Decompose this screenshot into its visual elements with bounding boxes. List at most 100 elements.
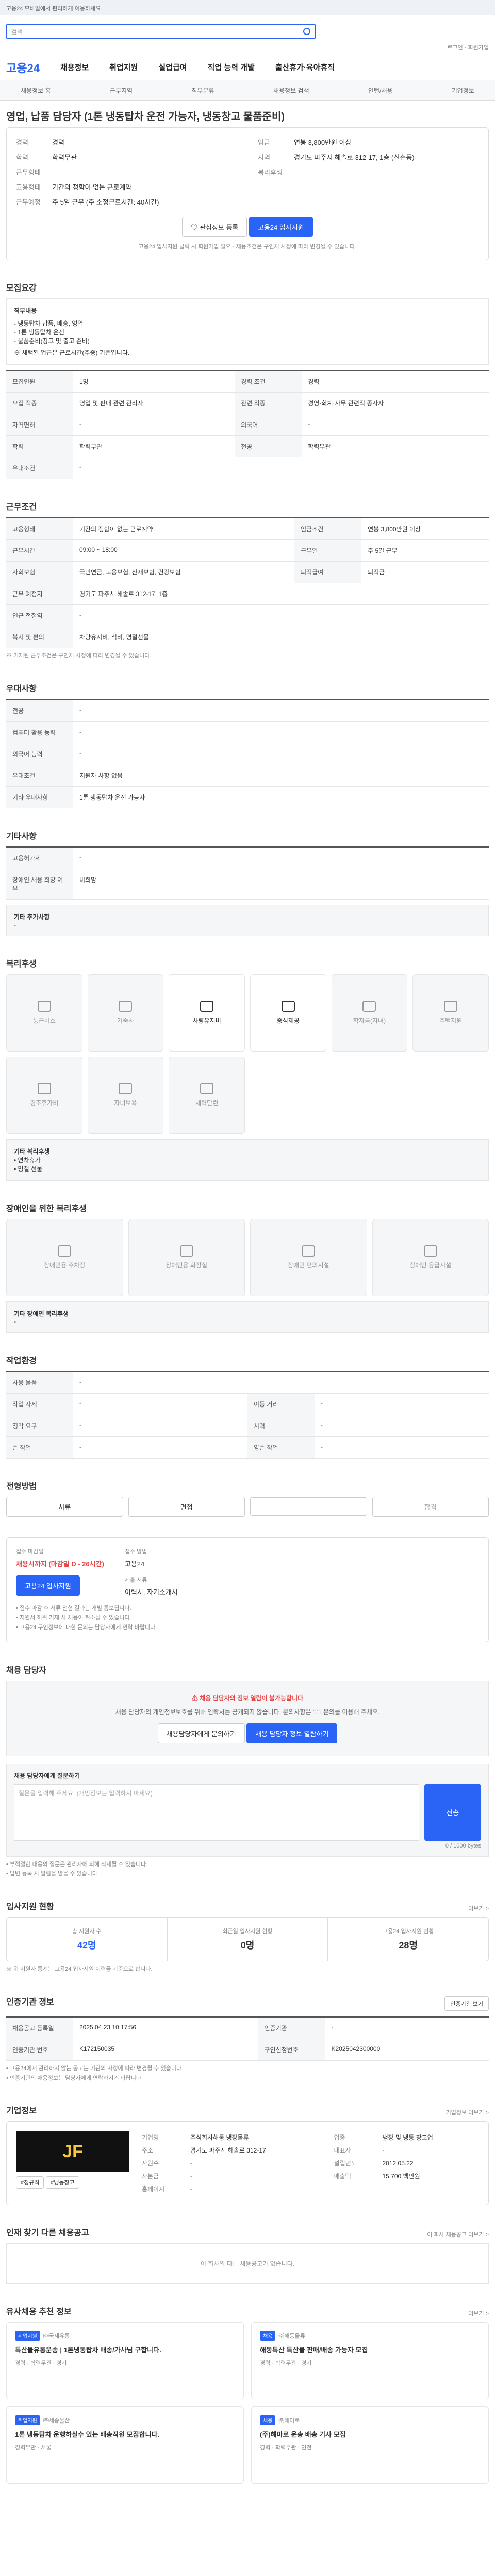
gnb-menu-leave[interactable]: 출산휴가·육아휴직 [275, 62, 335, 73]
cert-section: 인증기관 정보 인증기관 보기 채용공고 등록일 2025.04.23 10:17:… [6, 1995, 489, 2083]
qna-input[interactable]: 질문을 입력해 주세요. (개인정보는 입력하지 마세요) [14, 1784, 419, 1841]
search-icon[interactable] [303, 28, 310, 35]
section-title: 장애인을 위한 복리후생 [6, 1204, 87, 1213]
table-row: 우대조건 - [6, 457, 489, 479]
car-icon [200, 1001, 214, 1012]
bed-icon [119, 1001, 133, 1012]
others-more-link[interactable]: 이 회사 채용공고 더보기 > [427, 2230, 489, 2239]
table-row: 컴퓨터 활용 능력 - [6, 721, 489, 743]
gnb-menu-training[interactable]: 직업 능력 개발 [208, 62, 255, 73]
gnb-menu-jobs[interactable]: 채용정보 [60, 62, 89, 73]
section-title: 전형방법 [6, 1482, 37, 1491]
process-step [250, 1497, 367, 1516]
table-row: 고용허가제 - [6, 846, 489, 869]
disability-other: 기타 장애인 복리후생 - [6, 1301, 489, 1333]
recommend-more-link[interactable]: 더보기 > [468, 2309, 489, 2317]
job-description: 직무내용 - 냉동탑차 납품, 배송, 영업 - 1톤 냉동탑차 운전 - 물품… [6, 298, 489, 365]
recruit-table: 모집인원 1명 경력 조건 경력 모집 직종 영업 및 판매 관련 관리자 관련 직종 경영… [6, 370, 489, 479]
apply-button-2[interactable]: 고용24 입사지원 [16, 1575, 80, 1596]
search-box[interactable]: 검색 [6, 24, 316, 39]
cert-table: 채용공고 등록일 2025.04.23 10:17:56 인증기관 - 인증기관 번호… [6, 2016, 489, 2061]
lnb-item[interactable]: 기업정보 [452, 86, 474, 95]
gnb-menu-benefit[interactable]: 실업급여 [158, 62, 187, 73]
section-title: 모집요강 [6, 284, 37, 293]
qna-send-button[interactable]: 전송 [424, 1784, 481, 1841]
table-row: 근무시간 09:00 ~ 18:00 근무일 주 5일 근무 [6, 539, 489, 562]
recommend-section: 유사채용 추천 정보 더보기 > 취업지원 ㈜국제유통 특산물유통운송 | 1톤냉동탑… [6, 2304, 489, 2484]
inquiry-button[interactable]: 채용담당자에게 문의하기 [157, 1723, 245, 1743]
table-row: 자격면허 - 외국어 - [6, 414, 489, 436]
gnb-menu-support[interactable]: 취업지원 [109, 62, 138, 73]
lnb-item[interactable]: 채용정보 검색 [273, 86, 309, 95]
heart-icon: ♡ [191, 224, 200, 231]
lnb-item[interactable]: 근무지역 [110, 86, 133, 95]
table-row: 모집인원 1명 경력 조건 경력 [6, 370, 489, 393]
gift-icon [37, 1083, 51, 1095]
table-row: 모집 직종 영업 및 판매 관련 관리자 관련 직종 경영·회계·사무 관련직 종사자 [6, 392, 489, 414]
welfare-grid: 통근버스 기숙사 차량유지비 중식제공 학자금(자녀) 주택지원 경조휴가비 자… [6, 974, 489, 1134]
recommend-card[interactable]: 취업지원 ㈜국제유통 특산물유통운송 | 1톤냉동탑차 배송/가사님 구합니다. 경력… [6, 2322, 244, 2400]
etc-extra: 기타 추가사항 - [6, 904, 489, 936]
table-row: 사용 물품 - [6, 1371, 489, 1394]
table-row: 학력 학력무관 전공 학력무관 [6, 435, 489, 457]
table-row: 인근 전철역 - [6, 604, 489, 626]
summary-item: 경력 경력 [16, 139, 64, 146]
section-title: 근무조건 [6, 503, 37, 512]
recommend-card[interactable]: 취업지원 ㈜세종물산 1톤 냉동탑차 운행하실수 있는 배송직원 모집합니다. 경력무… [6, 2406, 244, 2484]
bus-icon [37, 1001, 51, 1012]
others-empty: 이 회사의 다른 채용공고가 없습니다. [6, 2243, 489, 2284]
recommend-card[interactable]: 채용 ㈜해마로 (주)해마로 운송 배송 기사 모집 경력 · 학력무관 · 인천 [251, 2406, 489, 2484]
stats-more-link[interactable]: 더보기 > [468, 1904, 489, 1912]
welfare-section: 복리후생 통근버스 기숙사 차량유지비 중식제공 학자금(자녀) 주택지원 경조… [6, 957, 489, 1181]
summary-item: 학력 학력무관 [16, 154, 77, 161]
disability-section: 장애인을 위한 복리후생 장애인용 주차장 장애인용 화장실 장애인 편의시설 … [6, 1201, 489, 1333]
toilet-icon [179, 1245, 193, 1257]
welfare-item: 체력단련 [169, 1056, 245, 1134]
disability-item: 장애인 응급시설 [372, 1218, 489, 1296]
cap-icon [362, 1001, 376, 1012]
site-logo[interactable]: 고용24 [6, 59, 40, 76]
table-row: 청각 요구 - 시력 - [6, 1415, 489, 1437]
others-section: 인재 찾기 다른 채용공고 이 회사 채용공고 더보기 > 이 회사의 다른 채용… [6, 2226, 489, 2284]
corp-card: JF #정규직 #냉동창고 기업명 주식회사해동 냉장물류 업종 냉장 및 냉동 창고… [6, 2121, 489, 2206]
scrap-button[interactable]: ♡ 관심정보 등록 [182, 217, 248, 237]
welfare-item: 기숙사 [87, 974, 164, 1052]
welfare-item: 차량유지비 [169, 974, 245, 1052]
apply-notes: • 접수 마감 후 서류 전형 결과는 개별 통보됩니다. • 지원서 허위 기재… [16, 1605, 157, 1631]
welfare-item: 중식제공 [250, 974, 326, 1052]
recommend-card[interactable]: 채용 ㈜해동물류 해동특산 특산물 판매/배송 가능자 모집 경력 · 학력무관 · … [251, 2322, 489, 2400]
env-table: 사용 물품 - 작업 자세 - 이동 거리 - 청각 요구 - 시력 - 손 작업 - 양손 작업… [6, 1370, 489, 1459]
summary-item: 임금 연봉 3,800만원 이상 [258, 139, 352, 146]
util-links[interactable]: 로그인 · 회원가입 [0, 43, 495, 55]
summary-item: 근무형태 [16, 168, 41, 176]
local-nav: 채용정보 홈 근무지역 직무분류 채용정보 검색 인턴/채용 기업정보 [0, 80, 495, 101]
lnb-item[interactable]: 채용정보 홈 [21, 86, 51, 95]
deadline: 채용시까지 (마감일 D - 26시간) [16, 1560, 104, 1568]
lnb-item[interactable]: 직무분류 [191, 86, 214, 95]
house-icon [444, 1001, 458, 1012]
apply-button[interactable]: 고용24 입사지원 [249, 217, 313, 237]
global-nav: 고용24 채용정보 취업지원 실업급여 직업 능력 개발 출산휴가·육아휴직 [0, 55, 495, 80]
table-row: 외국어 능력 - [6, 743, 489, 765]
condition-note: ※ 기재된 근무조건은 구인처 사정에 따라 변경될 수 있습니다. [6, 653, 152, 659]
lnb-item[interactable]: 인턴/채용 [368, 86, 393, 95]
child-icon [119, 1083, 133, 1095]
section-title: 채용 담당자 [6, 1666, 47, 1675]
process-step: 면접 [128, 1496, 245, 1517]
alert-icon: ⚠ [191, 1694, 200, 1702]
cert-view-button[interactable]: 인증기관 보기 [444, 1996, 489, 2011]
process-step: 서류 [6, 1496, 123, 1517]
summary-item: 고용형태 기간의 정함이 없는 근로계약 [16, 183, 132, 191]
emergency-icon [423, 1245, 437, 1257]
condition-section: 근무조건 고용형태 기간의 정함이 없는 근로계약 임금조건 연봉 3,800만원 이… [6, 500, 489, 661]
preference-table: 전공 - 컴퓨터 활용 능력 - 외국어 능력 - 우대조건 지원자 사항 없음 기타 … [6, 699, 489, 808]
corp-table: 기업명 주식회사해동 냉장물류 업종 냉장 및 냉동 창고업 주소 경기도 파주시 해솔… [142, 2134, 433, 2193]
apply-method-section: 접수 마감일 채용시까지 (마감일 D - 26시간) 고용24 입사지원 접수… [6, 1537, 489, 1642]
summary-item: 지역 경기도 파주시 해솔로 312-17, 1층 (신촌동) [258, 154, 415, 161]
summary-item: 복리후생 [258, 168, 283, 176]
corp-more-link[interactable]: 기업정보 더보기 > [446, 2108, 489, 2116]
view-contact-button[interactable]: 채용 담당자 정보 열람하기 [246, 1723, 338, 1743]
table-row: 근무 예정지 경기도 파주시 해솔로 312-17, 1층 [6, 583, 489, 605]
welfare-item: 학자금(자녀) [331, 974, 408, 1052]
table-row: 장애인 채용 희망 여부 비희망 [6, 869, 489, 900]
